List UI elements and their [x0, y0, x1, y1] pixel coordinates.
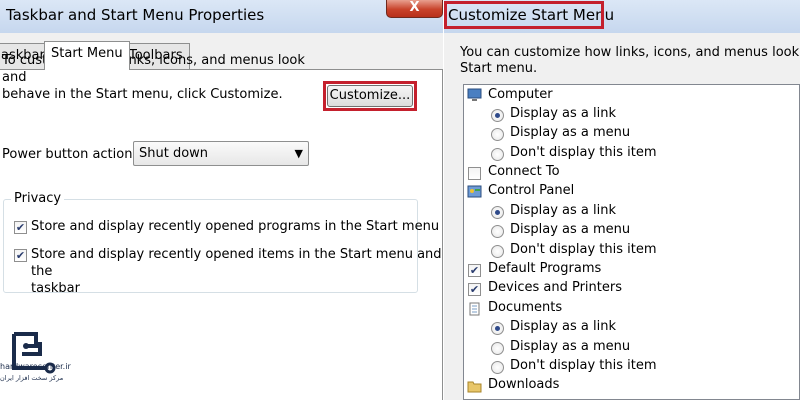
list-item-devices-printers: Devices and Printers	[488, 280, 622, 295]
radio-label: Display as a menu	[510, 339, 631, 354]
connect-to-checkbox[interactable]	[468, 167, 481, 180]
highlight-outline	[444, 1, 604, 29]
computer-icon	[467, 88, 482, 101]
documents-link-radio[interactable]	[491, 322, 504, 335]
computer-menu-radio[interactable]	[491, 128, 504, 141]
store-items-line: taskbar	[31, 281, 80, 296]
store-items-checkbox[interactable]: ✔	[14, 249, 27, 262]
radio-label: Display as a menu	[510, 222, 631, 237]
list-item-documents: Documents	[488, 300, 563, 315]
devices-printers-checkbox[interactable]: ✔	[468, 283, 481, 296]
control-panel-link-radio[interactable]	[491, 206, 504, 219]
default-programs-checkbox[interactable]: ✔	[468, 264, 481, 277]
dropdown-arrow-icon: ▼	[294, 147, 303, 160]
window-title: Taskbar and Start Menu Properties	[6, 6, 265, 24]
store-programs-label: Store and display recently opened progra…	[31, 219, 440, 234]
start-menu-options-list[interactable]: Computer Display as a link Display as a …	[463, 84, 800, 400]
customize-start-menu-window: Customize Start Menu You can customize h…	[444, 0, 800, 400]
description-line: behave in the Start menu, click Customiz…	[2, 87, 283, 102]
hardwarecenter-logo-icon	[12, 332, 56, 374]
store-items-label: Store and display recently opened items …	[31, 246, 442, 297]
control-panel-menu-radio[interactable]	[491, 225, 504, 238]
list-item-default-programs: Default Programs	[488, 261, 602, 276]
title-bar[interactable]: Taskbar and Start Menu Properties X	[0, 0, 443, 33]
dialog-body: You can customize how links, icons, and …	[444, 33, 800, 400]
intro-text: You can customize how links, icons, and …	[460, 45, 800, 77]
logo-tagline-text: مرکز سخت افزار ایران	[0, 374, 64, 382]
intro-line: Start menu.	[460, 61, 538, 76]
radio-label: Display as a link	[510, 106, 617, 121]
radio-label: Display as a link	[510, 203, 617, 218]
documents-icon	[469, 302, 480, 316]
close-button[interactable]: X	[386, 0, 443, 18]
store-programs-checkbox[interactable]: ✔	[14, 221, 27, 234]
list-item-connect-to: Connect To	[488, 164, 560, 179]
radio-label: Don't display this item	[510, 242, 657, 257]
list-item-computer: Computer	[488, 87, 553, 102]
radio-label: Display as a menu	[510, 125, 631, 140]
list-item-downloads: Downloads	[488, 377, 560, 392]
privacy-legend: Privacy	[11, 191, 65, 206]
customize-button[interactable]: Customize...	[327, 85, 413, 107]
logo-site-text: hardwarecenter.ir	[0, 362, 71, 371]
documents-none-radio[interactable]	[491, 361, 504, 374]
power-button-select[interactable]: Shut down ▼	[133, 141, 309, 166]
power-select-value: Shut down	[139, 146, 209, 161]
radio-label: Display as a link	[510, 319, 617, 334]
computer-link-radio[interactable]	[491, 109, 504, 122]
control-panel-none-radio[interactable]	[491, 245, 504, 258]
taskbar-properties-window: Taskbar and Start Menu Properties X askb…	[0, 0, 443, 400]
downloads-folder-icon	[467, 381, 482, 393]
documents-menu-radio[interactable]	[491, 342, 504, 355]
power-button-label: Power button action:	[2, 147, 137, 162]
radio-label: Don't display this item	[510, 358, 657, 373]
tab-start-menu[interactable]: Start Menu	[44, 41, 130, 70]
list-item-control-panel: Control Panel	[488, 183, 575, 198]
computer-none-radio[interactable]	[491, 148, 504, 161]
intro-line: You can customize how links, icons, and …	[460, 45, 800, 60]
radio-label: Don't display this item	[510, 145, 657, 160]
store-items-line: Store and display recently opened items …	[31, 247, 442, 279]
control-panel-icon	[467, 185, 482, 198]
